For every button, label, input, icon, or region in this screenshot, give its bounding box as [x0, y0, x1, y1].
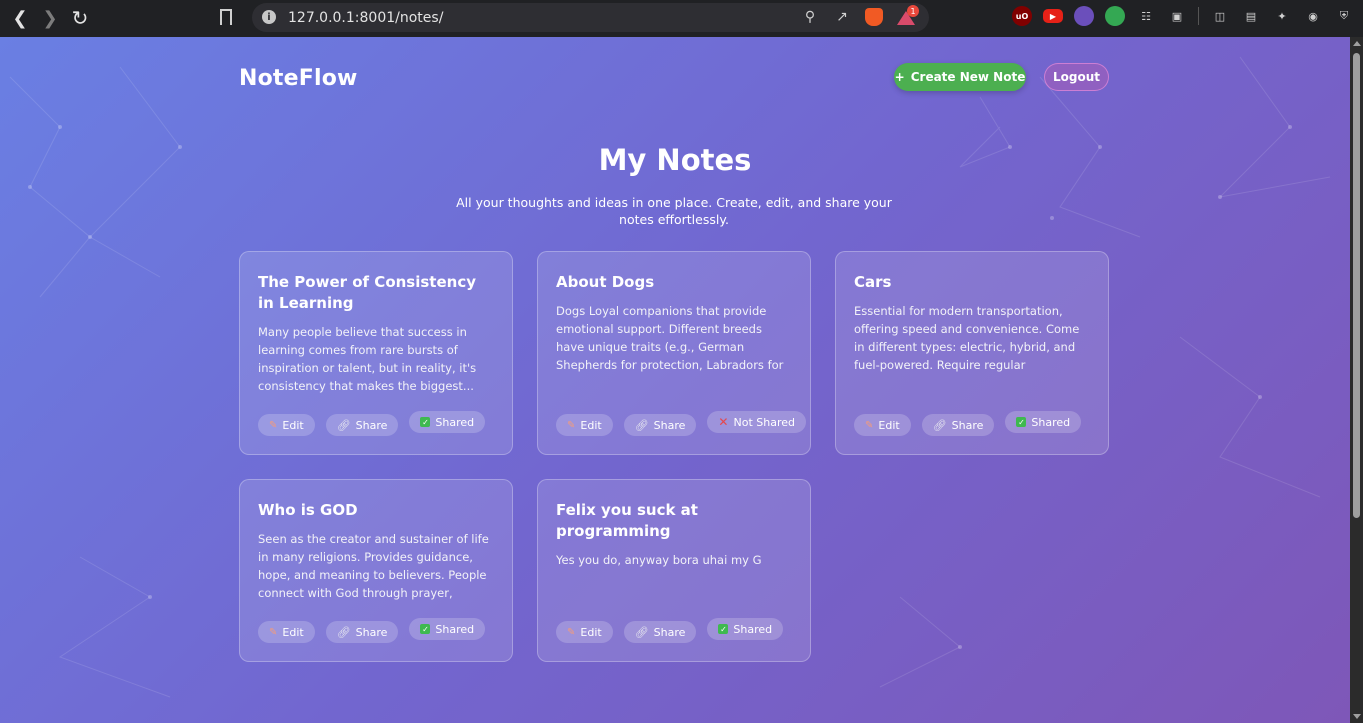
- sidebar-icon[interactable]: ◫: [1210, 6, 1230, 26]
- edit-button[interactable]: ✎ Edit: [854, 414, 911, 436]
- edit-button[interactable]: ✎ Edit: [258, 621, 315, 643]
- extensions-puzzle-icon[interactable]: ☷: [1136, 6, 1156, 26]
- pencil-icon: ✎: [865, 419, 874, 431]
- check-icon: ✓: [420, 624, 431, 634]
- note-title: The Power of Consistency in Learning: [258, 273, 476, 312]
- create-note-label: Create New Note: [910, 70, 1026, 84]
- share-status-badge: ✕ Not Shared: [707, 411, 806, 433]
- share-button[interactable]: 🔗︎ Share: [921, 414, 995, 436]
- share-label: Share: [653, 418, 686, 432]
- share-button[interactable]: 🔗︎ Share: [623, 414, 697, 436]
- edit-label: Edit: [282, 625, 304, 639]
- note-title: Cars: [854, 273, 892, 291]
- logout-button[interactable]: Logout: [1044, 63, 1109, 91]
- page-subtitle: All your thoughts and ideas in one place…: [456, 195, 892, 227]
- pencil-icon: ✎: [567, 626, 576, 638]
- wallet-icon[interactable]: ▤: [1241, 6, 1261, 26]
- share-button[interactable]: 🔗︎ Share: [623, 621, 697, 643]
- plus-icon: +: [894, 70, 905, 84]
- share-status-badge: ✓ Shared: [409, 618, 486, 640]
- note-card: About Dogs Dogs Loyal companions that pr…: [537, 251, 811, 455]
- share-page-icon[interactable]: ↗: [833, 8, 851, 26]
- youtube-extension-icon[interactable]: ▶: [1043, 9, 1063, 23]
- share-label: Share: [355, 625, 388, 639]
- check-icon: ✓: [420, 417, 431, 427]
- link-icon: 🔗︎: [634, 625, 649, 639]
- brave-shields-icon[interactable]: [865, 8, 883, 26]
- share-button[interactable]: 🔗︎ Share: [325, 621, 399, 643]
- cross-icon: ✕: [718, 415, 729, 429]
- status-label: Shared: [435, 622, 475, 636]
- screenshot-extension-icon[interactable]: ▣: [1167, 6, 1187, 26]
- status-label: Shared: [435, 415, 475, 429]
- notes-page: NoteFlow + Create New Note Logout My Not…: [0, 37, 1350, 723]
- link-icon: 🔗︎: [634, 418, 649, 432]
- edit-label: Edit: [878, 418, 900, 432]
- note-body: Yes you do, anyway bora uhai my G: [556, 553, 762, 567]
- note-title: Felix you suck at programming: [556, 501, 698, 540]
- status-label: Shared: [1031, 415, 1071, 429]
- share-status-badge: ✓ Shared: [409, 411, 486, 433]
- green-extension-icon[interactable]: [1105, 6, 1125, 26]
- note-body: Seen as the creator and sustainer of lif…: [258, 532, 489, 600]
- shield-icon[interactable]: ⛨: [1334, 6, 1354, 26]
- toolbar-divider: [1198, 7, 1199, 25]
- note-title: Who is GOD: [258, 501, 358, 519]
- page-scrollbar[interactable]: [1350, 37, 1363, 723]
- note-body: Essential for modern transportation, off…: [854, 304, 1080, 372]
- note-card: Cars Essential for modern transportation…: [835, 251, 1109, 455]
- reload-icon[interactable]: ↻: [65, 3, 95, 33]
- browser-toolbar: ❮ ❯ ↻ i 127.0.0.1:8001/notes/ ⚲ ↗ 1 uO ▶…: [0, 0, 1363, 37]
- edit-label: Edit: [580, 418, 602, 432]
- zoom-icon[interactable]: ⚲: [801, 8, 819, 26]
- purple-extension-icon[interactable]: [1074, 6, 1094, 26]
- edit-button[interactable]: ✎ Edit: [556, 621, 613, 643]
- leo-ai-icon[interactable]: ✦: [1272, 6, 1292, 26]
- share-label: Share: [653, 625, 686, 639]
- share-status-badge: ✓ Shared: [707, 618, 784, 640]
- share-button[interactable]: 🔗︎ Share: [325, 414, 399, 436]
- link-icon: 🔗︎: [932, 418, 947, 432]
- url-text: 127.0.0.1:8001/notes/: [288, 9, 444, 26]
- address-bar[interactable]: i 127.0.0.1:8001/notes/ ⚲ ↗ 1: [252, 3, 929, 32]
- bookmark-icon[interactable]: [220, 9, 232, 25]
- create-note-button[interactable]: + Create New Note: [894, 63, 1026, 91]
- note-body: Many people believe that success in lear…: [258, 325, 477, 393]
- forward-icon[interactable]: ❯: [35, 3, 65, 33]
- share-label: Share: [355, 418, 388, 432]
- scroll-down-icon[interactable]: [1353, 714, 1361, 719]
- note-title: About Dogs: [556, 273, 655, 291]
- back-icon[interactable]: ❮: [5, 3, 35, 33]
- pencil-icon: ✎: [567, 419, 576, 431]
- site-info-icon[interactable]: i: [262, 10, 276, 24]
- scrollbar-thumb[interactable]: [1353, 53, 1360, 518]
- edit-label: Edit: [282, 418, 304, 432]
- rewards-badge: 1: [907, 5, 919, 17]
- ublock-extension-icon[interactable]: uO: [1012, 6, 1032, 26]
- page-title: My Notes: [598, 143, 752, 177]
- status-label: Not Shared: [733, 415, 795, 429]
- link-icon: 🔗︎: [336, 418, 351, 432]
- check-icon: ✓: [718, 624, 729, 634]
- share-status-badge: ✓ Shared: [1005, 411, 1082, 433]
- note-body: Dogs Loyal companions that provide emoti…: [556, 304, 784, 372]
- pencil-icon: ✎: [269, 419, 278, 431]
- check-icon: ✓: [1016, 417, 1027, 427]
- brand-logo[interactable]: NoteFlow: [239, 66, 358, 91]
- share-label: Share: [951, 418, 984, 432]
- status-label: Shared: [733, 622, 773, 636]
- edit-button[interactable]: ✎ Edit: [556, 414, 613, 436]
- pencil-icon: ✎: [269, 626, 278, 638]
- edit-label: Edit: [580, 625, 602, 639]
- brave-rewards-icon[interactable]: 1: [897, 5, 919, 25]
- vpn-icon[interactable]: ◉: [1303, 6, 1323, 26]
- note-card: The Power of Consistency in Learning Man…: [239, 251, 513, 455]
- scroll-up-icon[interactable]: [1353, 41, 1361, 46]
- edit-button[interactable]: ✎ Edit: [258, 414, 315, 436]
- note-card: Felix you suck at programming Yes you do…: [537, 479, 811, 662]
- link-icon: 🔗︎: [336, 625, 351, 639]
- note-card: Who is GOD Seen as the creator and susta…: [239, 479, 513, 662]
